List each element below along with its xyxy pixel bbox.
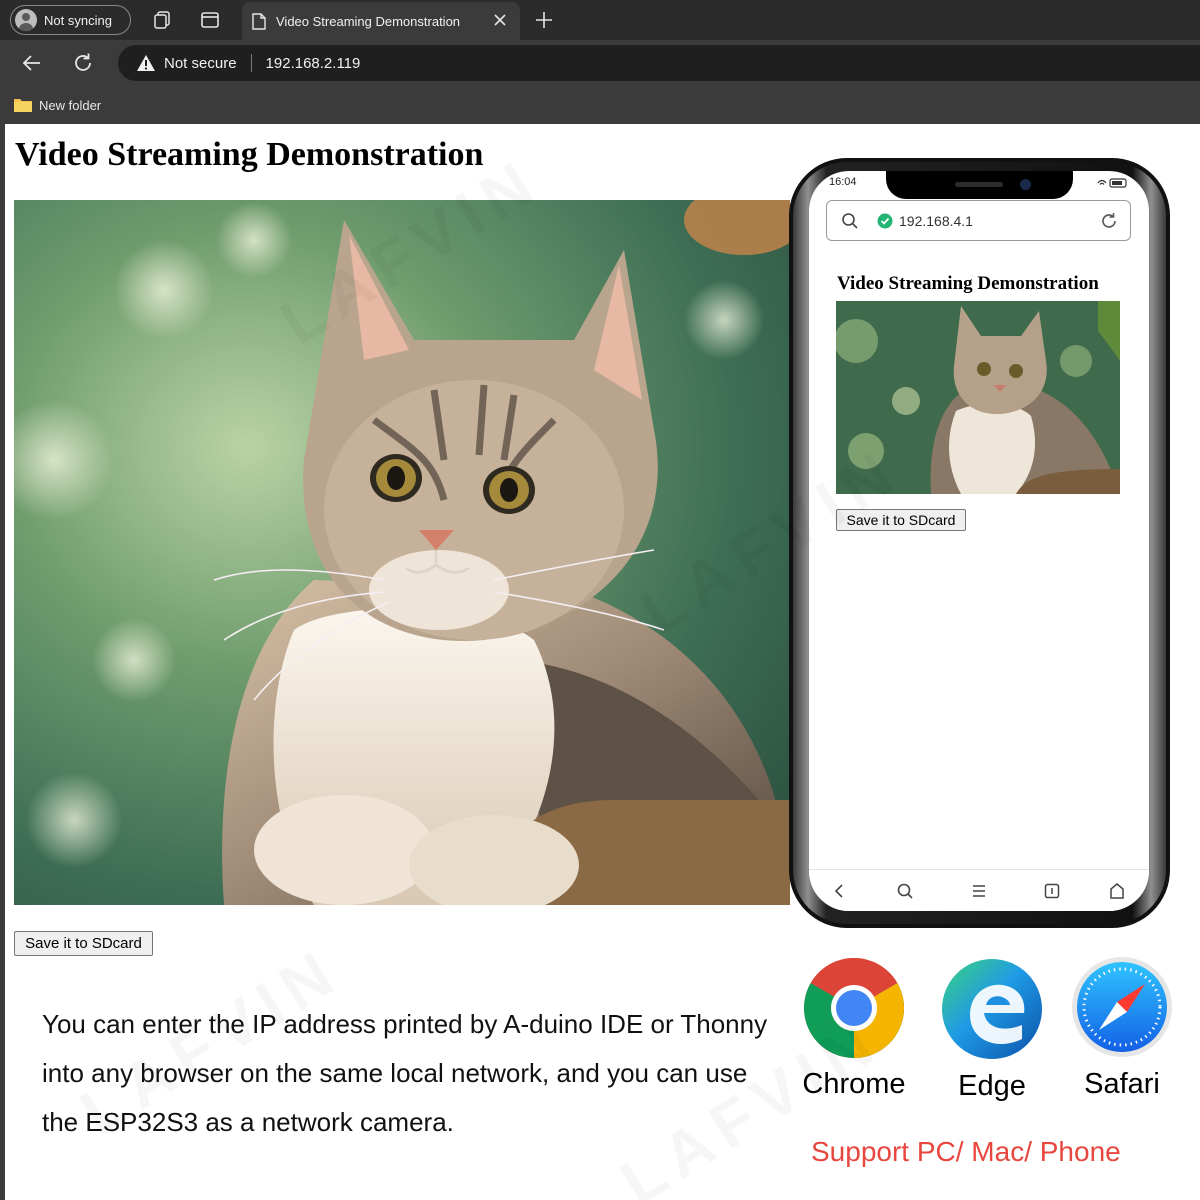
edge-logo-icon [942,959,1042,1059]
tab-title: Video Streaming Demonstration [276,13,461,29]
folder-icon [14,99,32,112]
new-tab-icon[interactable] [533,9,555,31]
url-text[interactable]: 192.168.2.119 [266,55,361,72]
back-icon[interactable] [20,51,44,75]
toolbar: Not secure 192.168.2.119 [0,40,1200,86]
safari-logo-icon [1072,957,1172,1057]
phone-back-icon[interactable] [831,882,849,900]
profile-button[interactable]: Not syncing [10,5,131,35]
address-bar[interactable]: Not secure 192.168.2.119 [118,45,1200,81]
camera-stream-image [14,200,790,905]
status-icons [1097,178,1127,188]
security-label[interactable]: Not secure [164,55,237,72]
chrome-label: Chrome [802,1068,906,1100]
bookmark-new-folder[interactable]: New folder [39,98,101,113]
save-to-sdcard-button[interactable]: Save it to SDcard [14,931,153,956]
support-text: Support PC/ Mac/ Phone [811,1136,1121,1167]
page-title: Video Streaming Demonstration [15,136,484,173]
chrome-logo-icon [804,958,904,1058]
phone-clock: 16:04 [829,176,857,188]
phone-address-bar[interactable]: 192.168.4.1 [826,200,1131,241]
reload-icon[interactable] [71,51,95,75]
workspaces-icon[interactable] [152,10,172,30]
phone-save-to-sdcard-button[interactable]: Save it to SDcard [836,509,966,531]
phone-menu-icon[interactable] [970,882,988,900]
phone-notch [886,171,1073,199]
phone-nav-bar [809,869,1149,911]
phone-page-title: Video Streaming Demonstration [837,273,1099,294]
front-camera-icon [1020,179,1031,190]
phone-reload-icon[interactable] [1100,212,1118,230]
phone-url-text[interactable]: 192.168.4.1 [899,213,973,229]
phone-screen: 16:04 192.168.4.1 Video Streaming Demons… [809,171,1149,911]
description-text: You can enter the IP address printed by … [42,1009,768,1137]
bookmarks-bar: New folder [0,86,1200,124]
avatar [15,9,37,31]
safari-label: Safari [1084,1068,1160,1100]
tab-actions-icon[interactable] [200,10,220,30]
warning-icon[interactable] [136,54,156,72]
page-icon [252,12,266,30]
tab-strip: Not syncing Video Streaming Demonstratio… [0,0,1200,40]
edge-label: Edge [958,1070,1026,1102]
omnibox-divider [250,54,252,72]
page-viewport: Video Streaming Demonstration Save it to… [5,124,1200,1200]
phone-camera-stream-image [836,301,1120,494]
phone-home-icon[interactable] [1108,882,1126,900]
search-icon[interactable] [841,212,859,230]
phone-search-icon[interactable] [896,882,914,900]
tab-video-streaming[interactable]: Video Streaming Demonstration [242,2,520,40]
speaker-grille [955,182,1003,187]
phone-mockup: 16:04 192.168.4.1 Video Streaming Demons… [789,158,1170,928]
profile-label: Not syncing [44,12,112,28]
secure-shield-icon [877,213,893,228]
phone-tabs-icon[interactable] [1043,882,1061,900]
close-icon[interactable] [492,12,508,28]
